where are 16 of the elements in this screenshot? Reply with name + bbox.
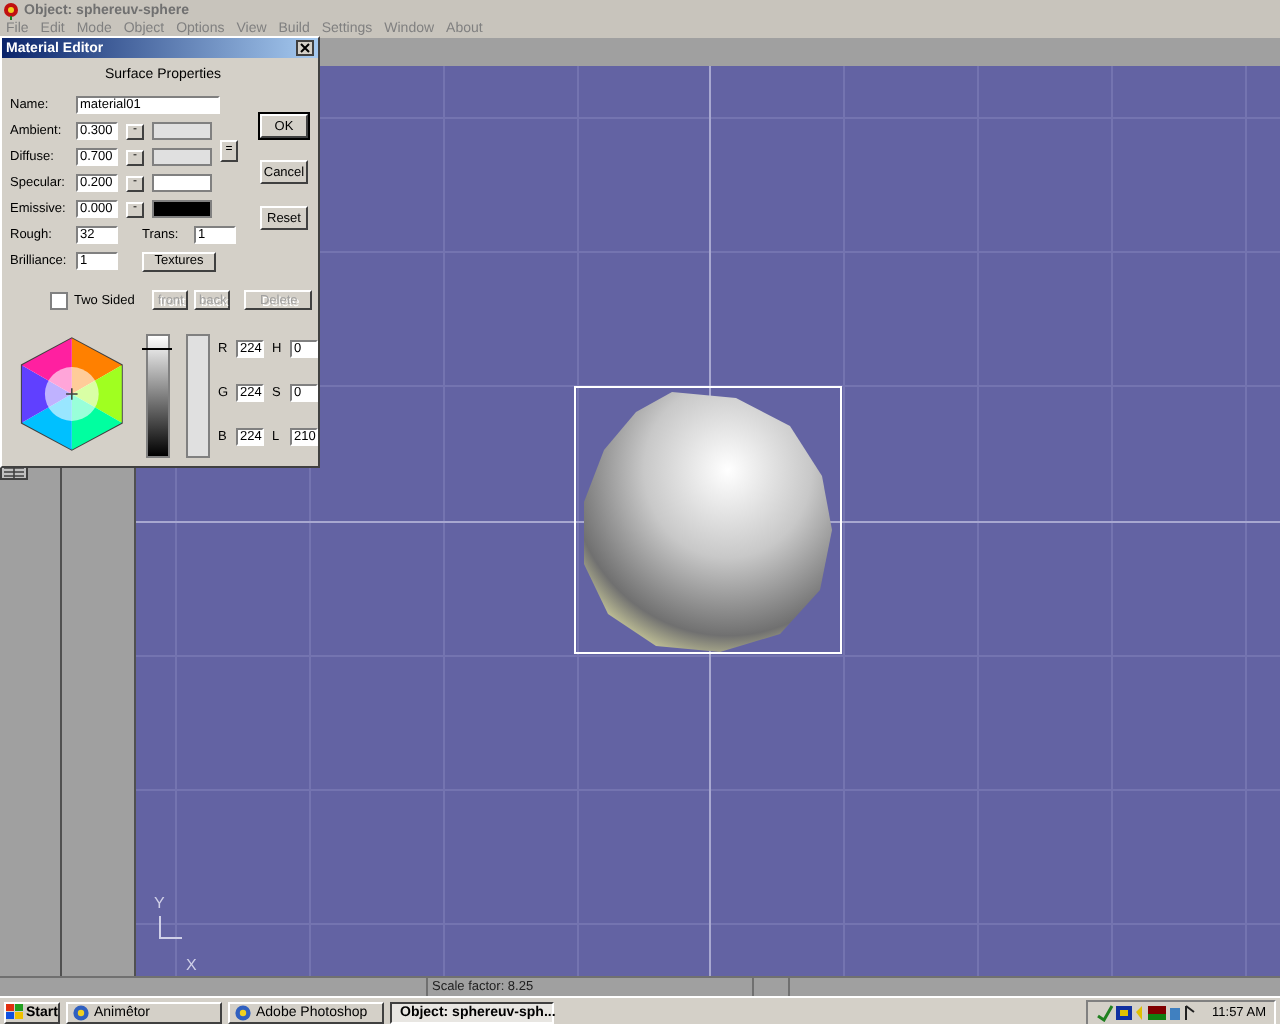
axis-indicator-icon [159,915,183,939]
color-preview [186,334,210,458]
app-icon [234,1003,252,1021]
axis-label: Y [154,894,165,912]
color-hexagon-picker[interactable] [18,334,126,454]
flower-icon [2,1,20,19]
axis-label: X [186,956,197,974]
color-swatch[interactable] [152,174,212,192]
checkbox[interactable] [50,291,68,309]
color-swatch[interactable] [152,122,212,140]
app-icon [72,1003,90,1021]
windows-logo-icon [6,1004,24,1020]
close-icon[interactable] [296,40,314,56]
color-swatch[interactable] [152,148,212,166]
color-swatch[interactable] [152,200,212,218]
lightness-slider[interactable] [145,334,171,458]
